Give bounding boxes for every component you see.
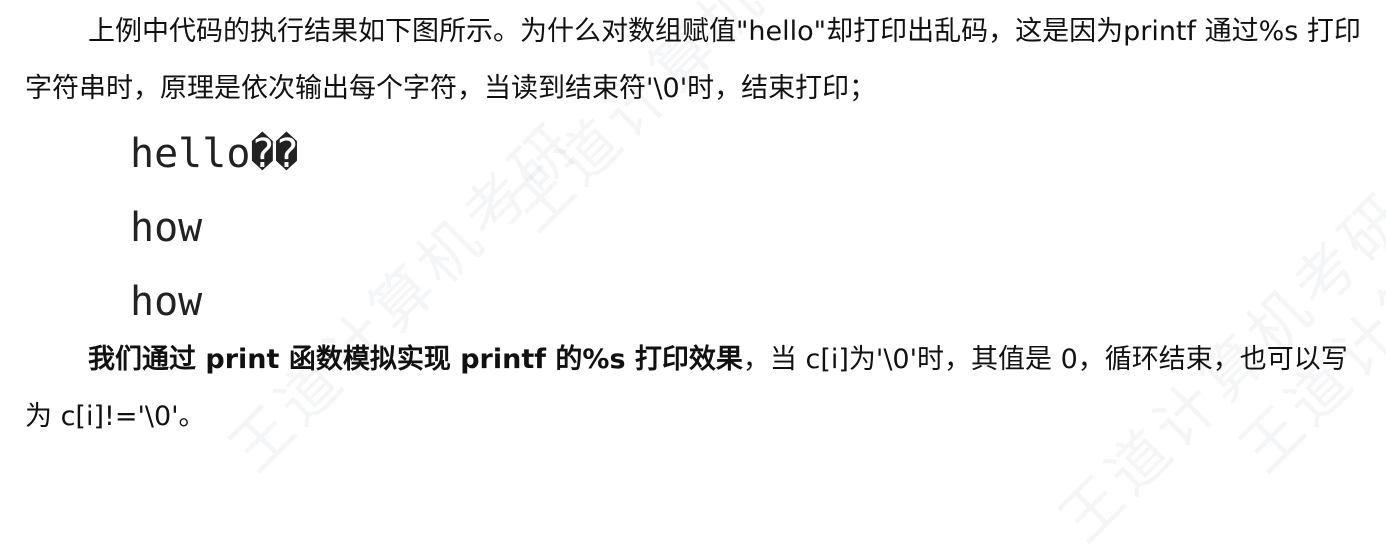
code-output-line: how [130, 202, 299, 276]
explanation-paragraph: 上例中代码的执行结果如下图所示。为什么对数组赋值"hello"却打印出乱码，这是… [25, 3, 1365, 117]
summary-bold-text: 我们通过 print 函数模拟实现 printf 的%s 打印效果 [88, 344, 743, 375]
code-output-block: hello�� how how [130, 128, 299, 350]
summary-paragraph: 我们通过 print 函数模拟实现 printf 的%s 打印效果，当 c[i]… [25, 331, 1365, 445]
code-output-line: hello�� [130, 128, 299, 202]
